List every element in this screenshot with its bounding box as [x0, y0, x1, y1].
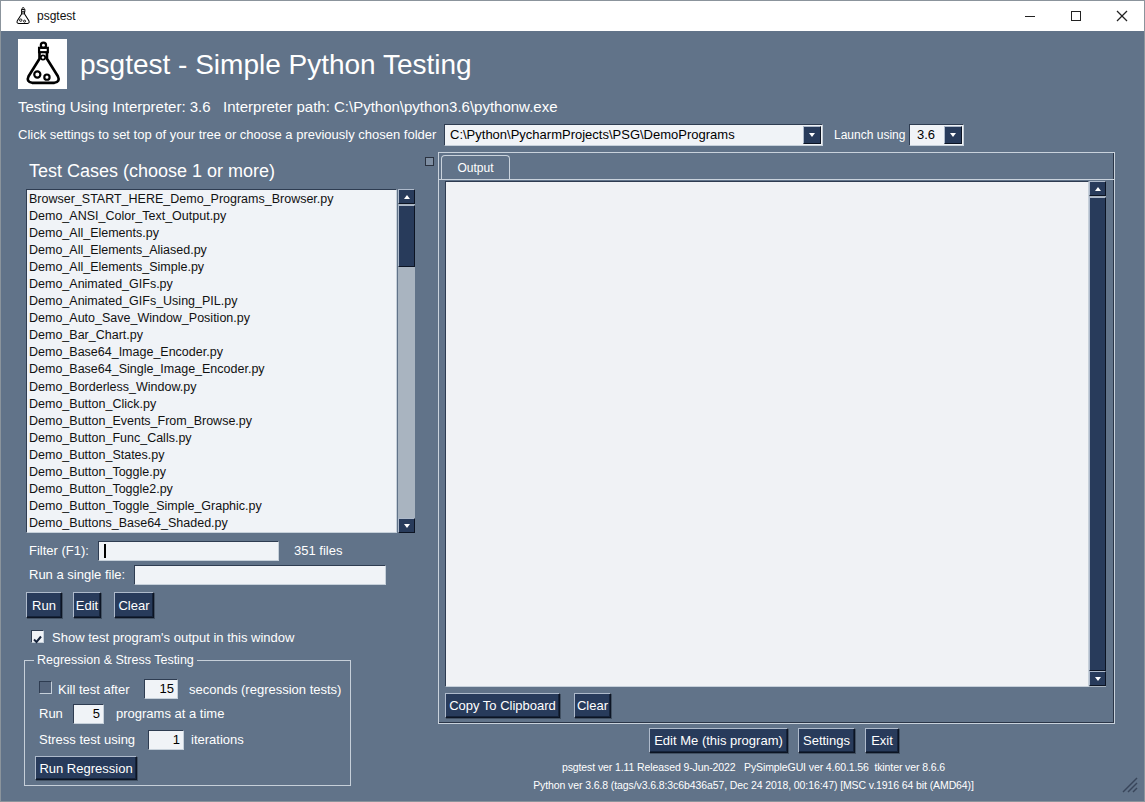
show-output-checkbox[interactable]	[31, 630, 44, 643]
clear-button[interactable]: Clear	[114, 592, 154, 618]
kill-test-label: Kill test after	[58, 682, 130, 697]
version-line-2: Python ver 3.6.8 (tags/v3.6.8:3c6b436a57…	[391, 779, 1116, 791]
maximize-button[interactable]	[1053, 1, 1099, 31]
version-line-1: psgtest ver 1.11 Released 9-Jun-2022 PyS…	[391, 761, 1116, 773]
file-count: 351 files	[294, 543, 342, 558]
titlebar: psgtest	[1, 1, 1144, 31]
list-item[interactable]: Demo_All_Elements.py	[29, 225, 396, 242]
scroll-down-button[interactable]	[1089, 671, 1106, 686]
list-item[interactable]: Demo_Base64_Image_Encoder.py	[29, 344, 396, 361]
stress-label: Stress test using	[39, 732, 135, 747]
list-item[interactable]: Demo_Button_Toggle.py	[29, 464, 396, 481]
listbox-scrollbar[interactable]	[398, 189, 415, 533]
scroll-down-button[interactable]	[398, 518, 415, 533]
page-title: psgtest - Simple Python Testing	[80, 49, 472, 81]
app-flask-icon	[14, 7, 32, 25]
launch-combo-value: 3.6	[917, 127, 935, 142]
edit-me-button[interactable]: Edit Me (this program)	[649, 728, 788, 753]
single-file-input[interactable]	[134, 565, 386, 585]
run-button[interactable]: Run	[26, 592, 62, 618]
test-cases-listbox[interactable]: Browser_START_HERE_Demo_Programs_Browser…	[26, 189, 397, 533]
text-caret	[104, 544, 106, 558]
launch-combo-dropdown-button[interactable]	[944, 126, 962, 144]
list-item[interactable]: Demo_Animated_GIFs_Using_PIL.py	[29, 293, 396, 310]
interpreter-info: Testing Using Interpreter: 3.6 Interpret…	[18, 98, 557, 115]
edit-button[interactable]: Edit	[73, 592, 101, 618]
triangle-up-icon	[404, 195, 410, 199]
scroll-up-button[interactable]	[1089, 181, 1106, 196]
list-item[interactable]: Demo_Animated_GIFs.py	[29, 276, 396, 293]
list-item[interactable]: Demo_Button_Toggle_Simple_Graphic.py	[29, 498, 396, 515]
folder-combo[interactable]: C:\Python\PycharmProjects\PSG\DemoProgra…	[444, 124, 823, 146]
folder-combo-dropdown-button[interactable]	[803, 126, 821, 144]
run-count-input[interactable]: 5	[73, 704, 104, 724]
list-item[interactable]: Demo_All_Elements_Simple.py	[29, 259, 396, 276]
minimize-icon	[1025, 16, 1035, 17]
chevron-down-icon	[809, 133, 815, 137]
list-item[interactable]: Demo_Buttons_Base64_Shaded.py	[29, 515, 396, 532]
scrollbar-thumb[interactable]	[1089, 197, 1106, 671]
kill-suffix-label: seconds (regression tests)	[189, 682, 341, 697]
close-icon	[1116, 10, 1128, 22]
triangle-down-icon	[1095, 677, 1101, 681]
list-item[interactable]: Demo_Borderless_Window.py	[29, 379, 396, 396]
list-item[interactable]: Demo_Button_Func_Calls.py	[29, 430, 396, 447]
output-clear-button[interactable]: Clear	[574, 693, 611, 718]
check-icon	[32, 634, 43, 645]
list-item[interactable]: Demo_Button_Click.py	[29, 396, 396, 413]
pane-sash-handle[interactable]	[425, 157, 434, 166]
close-button[interactable]	[1099, 1, 1145, 31]
list-item[interactable]: Demo_Button_Events_From_Browse.py	[29, 413, 396, 430]
list-item[interactable]: Demo_ANSI_Color_Text_Output.py	[29, 208, 396, 225]
tab-output-label: Output	[457, 161, 493, 175]
minimize-button[interactable]	[1007, 1, 1053, 31]
resize-grip[interactable]	[1116, 771, 1138, 793]
window-title: psgtest	[37, 9, 76, 23]
output-scrollbar[interactable]	[1089, 181, 1106, 687]
list-item[interactable]: Browser_START_HERE_Demo_Programs_Browser…	[29, 191, 396, 208]
filter-label: Filter (F1):	[29, 543, 89, 558]
run-suffix-label: programs at a time	[116, 706, 224, 721]
exit-button[interactable]: Exit	[865, 728, 899, 753]
chevron-down-icon	[950, 133, 956, 137]
run-regression-button[interactable]: Run Regression	[35, 756, 137, 780]
test-cases-title: Test Cases (choose 1 or more)	[29, 161, 275, 182]
list-item[interactable]: Demo_Base64_Single_Image_Encoder.py	[29, 361, 396, 378]
flask-icon	[22, 41, 64, 87]
folder-combo-value: C:\Python\PycharmProjects\PSG\DemoProgra…	[450, 127, 735, 142]
app-logo	[18, 39, 67, 89]
output-panel: Output Copy To Clipboard Clear	[438, 152, 1115, 724]
settings-button[interactable]: Settings	[798, 728, 855, 753]
list-item[interactable]: Demo_Bar_Chart.py	[29, 327, 396, 344]
filter-input[interactable]	[98, 541, 279, 561]
output-area[interactable]	[445, 181, 1089, 687]
stress-iterations-input[interactable]: 1	[148, 730, 184, 750]
single-file-label: Run a single file:	[29, 567, 125, 582]
scrollbar-thumb[interactable]	[398, 205, 415, 267]
triangle-down-icon	[404, 524, 410, 528]
run-count-label: Run	[39, 706, 63, 721]
maximize-icon	[1071, 11, 1081, 21]
launch-using-label: Launch using	[834, 128, 905, 142]
triangle-up-icon	[1095, 187, 1101, 191]
kill-test-checkbox[interactable]	[39, 681, 52, 694]
list-item[interactable]: Demo_Button_Toggle2.py	[29, 481, 396, 498]
tab-divider	[439, 179, 1114, 180]
scroll-up-button[interactable]	[398, 189, 415, 204]
stress-suffix-label: iterations	[191, 732, 244, 747]
settings-hint: Click settings to set top of your tree o…	[18, 127, 436, 142]
launch-combo[interactable]: 3.6	[909, 124, 964, 146]
tab-output[interactable]: Output	[441, 155, 510, 180]
kill-seconds-input[interactable]: 15	[144, 679, 178, 699]
show-output-label: Show test program's output in this windo…	[52, 630, 294, 645]
copy-to-clipboard-button[interactable]: Copy To Clipboard	[445, 693, 560, 718]
list-item[interactable]: Demo_Auto_Save_Window_Position.py	[29, 310, 396, 327]
list-item[interactable]: Demo_All_Elements_Aliased.py	[29, 242, 396, 259]
app-window: psgtest psgtest - Simple Python Testing …	[0, 0, 1145, 802]
regression-frame-title: Regression & Stress Testing	[34, 653, 197, 667]
list-item[interactable]: Demo_Button_States.py	[29, 447, 396, 464]
